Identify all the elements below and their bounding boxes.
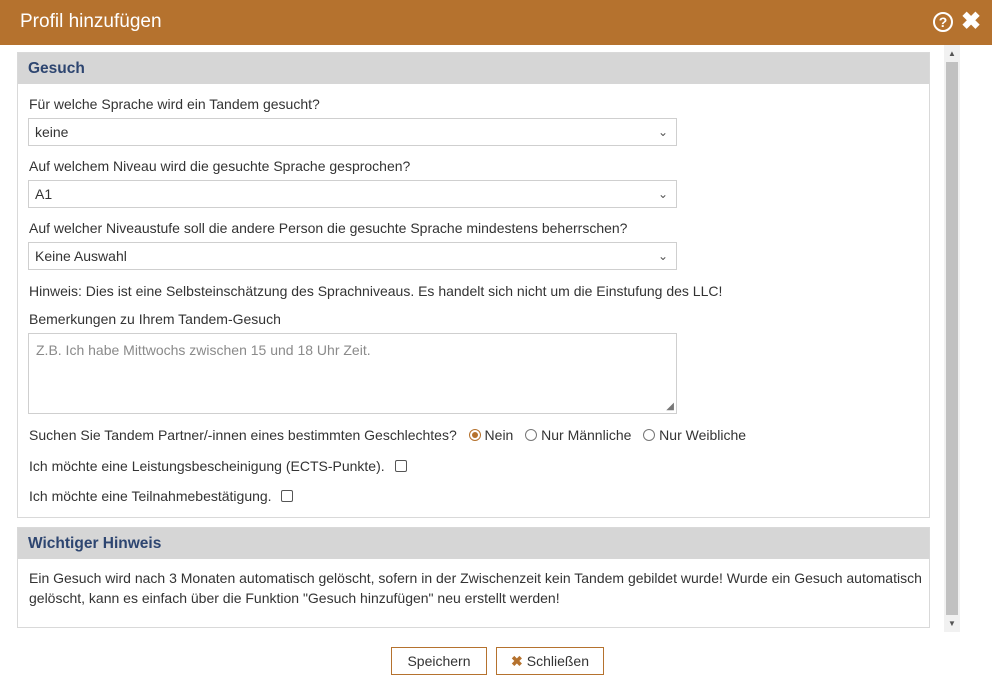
level-select[interactable]: A1 ⌄ — [28, 180, 677, 208]
save-button-label: Speichern — [407, 653, 471, 669]
gesuch-panel: Gesuch Für welche Sprache wird ein Tande… — [17, 52, 930, 518]
radio-icon[interactable] — [525, 429, 538, 441]
notice-panel: Wichtiger Hinweis Ein Gesuch wird nach 3… — [17, 527, 930, 628]
language-select-value: keine — [35, 124, 69, 140]
scroll-up-icon[interactable]: ▲ — [947, 49, 957, 58]
save-button[interactable]: Speichern — [391, 647, 487, 675]
close-button[interactable]: ✖ Schließen — [496, 647, 604, 675]
language-label: Für welche Sprache wird ein Tandem gesuc… — [29, 96, 320, 112]
dialog-titlebar: Profil hinzufügen ? ✖ — [0, 0, 992, 45]
chevron-down-icon: ⌄ — [657, 187, 668, 201]
chevron-down-icon: ⌄ — [657, 249, 668, 263]
ects-row: Ich möchte eine Leistungsbescheinigung (… — [29, 458, 407, 474]
dialog-title: Profil hinzufügen — [20, 11, 162, 32]
notice-heading: Wichtiger Hinweis — [18, 528, 929, 559]
level-select-value: A1 — [35, 186, 53, 202]
participation-row: Ich möchte eine Teilnahmebestätigung. — [29, 488, 294, 504]
language-select[interactable]: keine ⌄ — [28, 118, 677, 146]
gender-option-weiblich[interactable]: Nur Weibliche — [643, 427, 746, 443]
close-button-label: Schließen — [526, 653, 589, 669]
content-scrollbar[interactable]: ▲ ▼ — [944, 45, 960, 632]
participation-label: Ich möchte eine Teilnahmebestätigung. — [29, 488, 272, 504]
remarks-label: Bemerkungen zu Ihrem Tandem-Gesuch — [29, 311, 281, 327]
gender-option-maennlich[interactable]: Nur Männliche — [525, 427, 635, 443]
min-level-select[interactable]: Keine Auswahl ⌄ — [28, 242, 677, 270]
close-icon[interactable]: ✖ — [961, 8, 981, 36]
gesuch-heading: Gesuch — [18, 53, 929, 84]
help-icon[interactable]: ? — [933, 12, 953, 32]
resize-grip-icon[interactable]: ◢ — [666, 401, 674, 412]
participation-checkbox[interactable] — [281, 490, 294, 502]
self-assessment-hint: Hinweis: Dies ist eine Selbsteinschätzun… — [29, 283, 723, 299]
level-label: Auf welchem Niveau wird die gesuchte Spr… — [29, 158, 411, 174]
dialog-content[interactable]: Gesuch Für welche Sprache wird ein Tande… — [0, 45, 944, 632]
remarks-textarea[interactable]: Z.B. Ich habe Mittwochs zwischen 15 und … — [28, 333, 677, 414]
gender-row: Suchen Sie Tandem Partner/-innen eines b… — [29, 427, 746, 443]
gender-label: Suchen Sie Tandem Partner/-innen eines b… — [29, 427, 457, 443]
min-level-label: Auf welcher Niveaustufe soll die andere … — [29, 220, 628, 236]
min-level-select-value: Keine Auswahl — [35, 248, 127, 264]
chevron-down-icon: ⌄ — [657, 125, 668, 139]
scrollbar-thumb[interactable] — [946, 62, 958, 615]
scroll-down-icon[interactable]: ▼ — [947, 619, 957, 628]
close-icon: ✖ — [511, 653, 523, 669]
ects-label: Ich möchte eine Leistungsbescheinigung (… — [29, 458, 385, 474]
remarks-placeholder: Z.B. Ich habe Mittwochs zwischen 15 und … — [36, 342, 371, 358]
radio-selected-icon[interactable] — [468, 429, 481, 441]
gender-option-nein[interactable]: Nein — [468, 427, 518, 443]
notice-text-line-2: gelöscht, kann es einfach über die Funkt… — [29, 590, 560, 606]
ects-checkbox[interactable] — [394, 460, 407, 472]
radio-icon[interactable] — [643, 429, 656, 441]
notice-text-line-1: Ein Gesuch wird nach 3 Monaten automatis… — [29, 570, 922, 586]
